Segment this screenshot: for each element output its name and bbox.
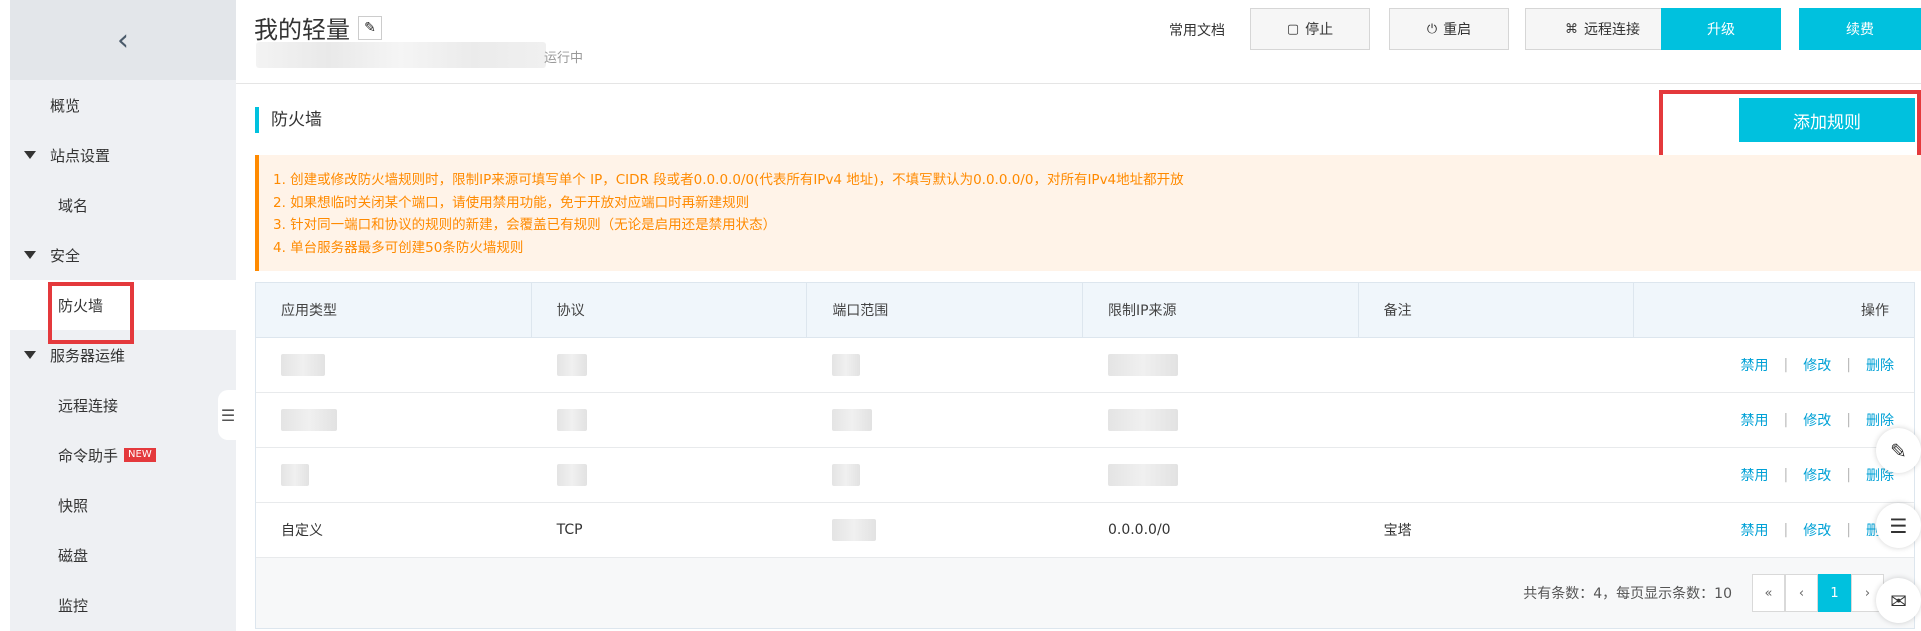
sidebar-item-disk[interactable]: 磁盘 [10, 530, 236, 580]
terminal-icon: ⌘ [1565, 21, 1578, 37]
sidebar-group-security[interactable]: 安全 [10, 230, 236, 280]
firewall-rules-table: 应用类型 协议 端口范围 限制IP来源 备注 操作 禁用 | 修改 | 删除 禁用 | 修改… [255, 282, 1915, 629]
table-footer: 共有条数：4，每页显示条数：10 « ‹ 1 › [256, 558, 1914, 628]
remote-connect-button[interactable]: ⌘ 远程连接 [1525, 8, 1680, 50]
sidebar-item-overview[interactable]: 概览 [10, 80, 236, 130]
instance-header: 我的轻量 ✎ 运行中 常用文档 ▢ 停止 ⏻ 重启 ⌘ 远程连接 升级 续费 [236, 0, 1921, 84]
stop-icon: ▢ [1286, 21, 1300, 37]
redacted-cell [281, 354, 325, 376]
redacted-cell [832, 409, 873, 431]
row-actions: 禁用|修改|删除 [1634, 520, 1914, 540]
cell-protocol: TCP [556, 522, 583, 538]
docs-link[interactable]: 常用文档 [1169, 20, 1225, 40]
section-title: 防火墙 [255, 107, 322, 133]
redacted-cell [1107, 464, 1178, 486]
table-header: 应用类型 协议 端口范围 限制IP来源 备注 操作 [256, 283, 1914, 338]
redacted-cell [281, 409, 337, 431]
firewall-notice: 1. 创建或修改防火墙规则时，限制IP来源可填写单个 IP，CIDR 段或者0.… [255, 155, 1921, 271]
edit-tool-icon[interactable]: ✎ [1876, 428, 1921, 473]
redacted-cell [556, 409, 587, 431]
redacted-cell [832, 354, 861, 376]
redacted-cell [832, 519, 877, 541]
disable-link[interactable]: 禁用 [1741, 465, 1769, 485]
redacted-cell [556, 464, 587, 486]
edit-name-icon[interactable]: ✎ [358, 15, 382, 40]
page-title: 我的轻量 ✎ [254, 10, 382, 45]
disable-link[interactable]: 禁用 [1741, 520, 1769, 540]
caret-down-icon [24, 251, 36, 259]
redacted-cell [281, 464, 309, 486]
sidebar-group-site-settings[interactable]: 站点设置 [10, 130, 236, 180]
chat-tool-icon[interactable]: ✉ [1876, 578, 1921, 623]
edit-link[interactable]: 修改 [1803, 355, 1831, 375]
stop-button[interactable]: ▢ 停止 [1250, 8, 1370, 50]
table-row: 禁用 | 修改 | 删除 [256, 393, 1914, 448]
redacted-cell [1107, 354, 1178, 376]
collapse-sidebar-icon[interactable]: ☰ [218, 390, 238, 440]
cell-ip-source: 0.0.0.0/0 [1107, 522, 1171, 538]
restart-button[interactable]: ⏻ 重启 [1389, 8, 1509, 50]
prev-page-button[interactable]: ‹ [1785, 574, 1818, 612]
sidebar-item-snapshot[interactable]: 快照 [10, 480, 236, 530]
sidebar-item-command-assistant[interactable]: 命令助手 NEW [10, 430, 236, 480]
power-icon: ⏻ [1426, 21, 1438, 37]
row-actions: 禁用|修改|删除 [1740, 410, 1894, 430]
pagination-summary: 共有条数：4，每页显示条数：10 [1523, 586, 1732, 602]
renew-button[interactable]: 续费 [1799, 8, 1921, 50]
edit-link[interactable]: 修改 [1803, 465, 1831, 485]
cell-note: 宝塔 [1383, 523, 1412, 539]
sidebar-item-remote-connect[interactable]: 远程连接 [10, 380, 236, 430]
first-page-button[interactable]: « [1752, 574, 1785, 612]
instance-ip-redacted [256, 42, 546, 68]
delete-link[interactable]: 删除 [1866, 355, 1894, 375]
sidebar-item-domain[interactable]: 域名 [10, 180, 236, 230]
pagination: « ‹ 1 › [1752, 574, 1884, 612]
disable-link[interactable]: 禁用 [1741, 355, 1769, 375]
edit-link[interactable]: 修改 [1803, 410, 1831, 430]
table-row: 禁用 | 修改 | 删除 [256, 448, 1914, 503]
caret-down-icon [24, 151, 36, 159]
current-page-button[interactable]: 1 [1818, 574, 1851, 612]
caret-down-icon [24, 351, 36, 359]
status-text: 运行中 [544, 51, 584, 66]
row-actions: 禁用|修改|删除 [1740, 465, 1894, 485]
upgrade-button[interactable]: 升级 [1661, 8, 1781, 50]
delete-link[interactable]: 删除 [1866, 410, 1894, 430]
sidebar-item-monitor[interactable]: 监控 [10, 580, 236, 630]
disable-link[interactable]: 禁用 [1741, 410, 1769, 430]
row-actions: 禁用|修改|删除 [1740, 355, 1894, 375]
back-button[interactable]: ‹ [10, 0, 236, 80]
highlight-box-firewall [48, 282, 134, 344]
redacted-cell [832, 464, 861, 486]
redacted-cell [556, 354, 587, 376]
new-badge: NEW [124, 448, 156, 462]
table-row: 自定义 TCP 0.0.0.0/0 宝塔 禁用|修改|删除 [256, 503, 1914, 558]
table-row: 禁用 | 修改 | 删除 [256, 338, 1914, 393]
cell-app-type: 自定义 [281, 523, 323, 539]
edit-link[interactable]: 修改 [1803, 520, 1831, 540]
document-tool-icon[interactable]: ☰ [1876, 503, 1921, 548]
redacted-cell [1107, 409, 1178, 431]
chevron-left-icon: ‹ [117, 22, 129, 58]
